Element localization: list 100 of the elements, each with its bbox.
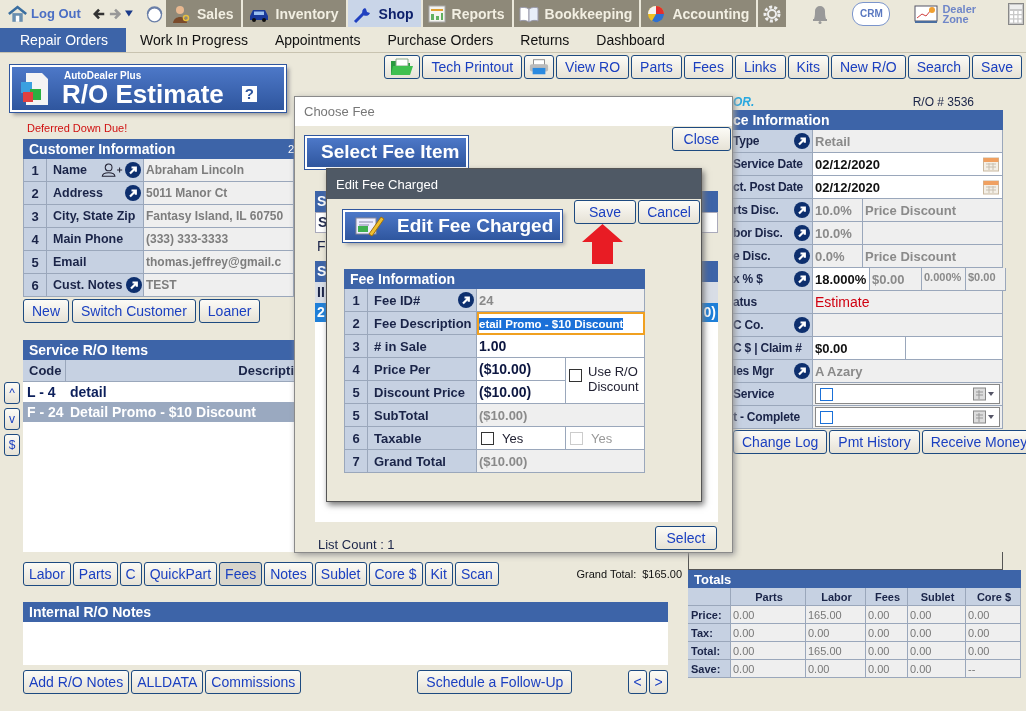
caret-icon[interactable] (125, 10, 133, 17)
table-cell: 0.00 (866, 660, 908, 678)
side-button[interactable]: v (4, 408, 20, 430)
input-field[interactable]: ($10.00) (477, 358, 566, 381)
report-icon (427, 4, 446, 23)
cancel-button[interactable]: Cancel (638, 200, 700, 224)
item-type-button[interactable]: Kit (424, 562, 453, 586)
date-field[interactable]: 02/12/2020 (813, 153, 1003, 176)
field-value: thomas.jeffrey@gmail.c (144, 251, 294, 274)
row-number: 6 (344, 427, 368, 450)
row-number: 4 (344, 358, 368, 381)
list-text: S (317, 193, 327, 210)
subnav-tab[interactable]: Repair Orders (0, 28, 126, 52)
field-value: 0.0% (813, 245, 863, 268)
footer-button[interactable]: Add R/O Notes (23, 670, 130, 694)
folder-button[interactable] (384, 55, 421, 79)
row-header: Total: (688, 642, 731, 660)
home-icon[interactable] (8, 3, 28, 24)
input-field[interactable]: 18.000% (813, 268, 870, 291)
subnav-tab[interactable]: Dashboard (583, 28, 678, 52)
toolbar-button[interactable]: Parts (631, 55, 682, 79)
item-type-button[interactable]: Notes (264, 562, 313, 586)
customer-button[interactable]: New (23, 299, 69, 323)
side-button[interactable]: ^ (4, 382, 20, 404)
pager-button[interactable]: < (628, 670, 647, 694)
checkbox[interactable] (820, 410, 833, 424)
save-button[interactable]: Save (574, 200, 636, 224)
checkbox-label: Yes (591, 430, 613, 446)
table-cell: 0.00 (866, 624, 908, 642)
crm-button[interactable]: CRM (852, 1, 891, 26)
brand-name: AutoDealer Plus (64, 70, 143, 81)
field-label: Price Per (374, 361, 431, 377)
logout-link[interactable]: Log Out (31, 6, 81, 21)
toolbar-button[interactable]: View RO (556, 55, 630, 79)
subnav-tab[interactable]: Returns (507, 28, 583, 52)
item-type-button[interactable]: Core $ (368, 562, 423, 586)
toolbar-button[interactable]: New R/O (830, 55, 906, 79)
add-person-icon[interactable] (101, 162, 123, 178)
pager-button[interactable]: > (649, 670, 668, 694)
checkbox[interactable] (481, 431, 494, 445)
back-icon[interactable] (92, 6, 105, 21)
date-field[interactable]: 02/12/2020 (813, 176, 1003, 199)
help-button[interactable]: ? (241, 85, 257, 102)
item-type-button[interactable]: Scan (454, 562, 499, 586)
dashboard-chart-icon[interactable] (914, 3, 939, 24)
subnav-tab[interactable]: Work In Progress (127, 28, 261, 52)
input-field[interactable]: 1.00 (477, 335, 645, 358)
print-button[interactable] (524, 55, 555, 79)
item-type-button[interactable]: Parts (72, 562, 118, 586)
action-button[interactable]: Change Log (733, 430, 828, 454)
input-field[interactable]: ($10.00) (477, 381, 566, 404)
item-type-button[interactable]: Labor (23, 562, 71, 586)
footer-button[interactable]: Commissions (205, 670, 302, 694)
checkbox[interactable] (820, 387, 833, 401)
field-label: t - Complete (733, 410, 800, 424)
date-picker[interactable] (815, 384, 1000, 404)
item-type-button[interactable]: C (119, 562, 142, 586)
field-value: $0.00 (870, 268, 922, 291)
table-cell: 0.00 (908, 660, 966, 678)
settings-icon[interactable] (762, 3, 783, 24)
toolbar-button[interactable]: Links (734, 55, 786, 79)
toolbar-button[interactable]: Search (907, 55, 971, 79)
input-field[interactable] (906, 337, 1003, 360)
list-text: F (317, 237, 326, 254)
pie-chart-icon (646, 3, 667, 24)
subnav-tab[interactable]: Appointments (261, 28, 374, 52)
follow-up-button[interactable]: Schedule a Follow-Up (417, 670, 573, 694)
nav-tab[interactable]: Shop (347, 0, 421, 27)
field-label: Fee ID# (374, 292, 421, 308)
date-picker[interactable] (815, 407, 1000, 427)
table-cell: 0.00 (806, 624, 866, 642)
toolbar-button[interactable]: Fees (683, 55, 733, 79)
table-cell: 0.00 (806, 660, 866, 678)
field-label: Cust. Notes (53, 278, 123, 292)
side-button[interactable]: $ (4, 434, 20, 456)
toolbar-button[interactable]: Kits (787, 55, 829, 79)
item-type-button[interactable]: Sublet (314, 562, 367, 586)
subnav-tab[interactable]: Purchase Orders (374, 28, 507, 52)
item-type-button[interactable]: QuickPart (143, 562, 218, 586)
field-label: City, State Zip (53, 209, 136, 223)
input-field[interactable]: etail Promo - $10 Discount (477, 312, 645, 335)
customer-button[interactable]: Switch Customer (72, 299, 196, 323)
input-field[interactable]: $0.00 (813, 337, 906, 360)
table-cell: 0.00 (731, 642, 806, 660)
customer-button[interactable]: Loaner (198, 299, 261, 323)
select-button[interactable]: Select (655, 525, 717, 550)
close-button[interactable]: Close (672, 126, 731, 151)
toolbar-button[interactable]: Tech Printout (422, 55, 523, 79)
toolbar-button[interactable]: Save (972, 55, 1022, 79)
calendar-dropdown-icon[interactable] (973, 410, 995, 424)
footer-button[interactable]: ALLDATA (131, 670, 204, 694)
action-button[interactable]: Pmt History (829, 430, 920, 454)
item-type-button[interactable]: Fees (219, 562, 263, 586)
field-value: $0.00 (966, 268, 1006, 291)
calculator-icon[interactable] (1008, 2, 1025, 25)
calendar-dropdown-icon[interactable] (973, 387, 995, 401)
table-cell: 165.00 (806, 606, 866, 624)
logo-text: OR. (733, 95, 755, 109)
section-header: ce Information (733, 110, 1003, 130)
checkbox[interactable] (569, 369, 582, 382)
